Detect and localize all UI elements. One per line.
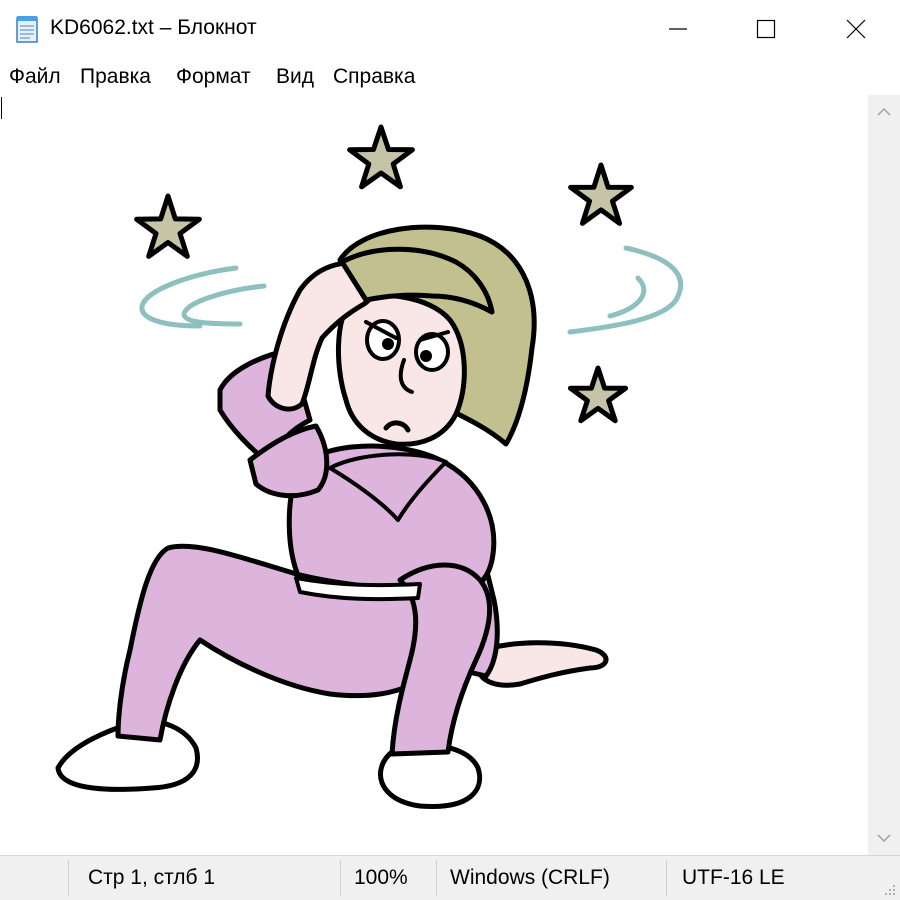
status-zoom: 100% <box>354 866 408 889</box>
close-button[interactable] <box>810 0 900 58</box>
chevron-up-icon <box>877 107 891 116</box>
star-icon <box>568 162 634 226</box>
text-editor-area[interactable] <box>0 95 868 855</box>
dizzy-woman-illustration <box>55 124 683 810</box>
star-icon <box>347 124 415 190</box>
status-cursor-position: Стр 1, стлб 1 <box>88 866 216 889</box>
menu-help[interactable]: Справка <box>333 65 415 89</box>
menu-edit[interactable]: Правка <box>80 65 151 89</box>
minimize-button[interactable] <box>632 0 724 58</box>
maximize-icon <box>756 19 776 39</box>
menu-view[interactable]: Вид <box>276 65 314 89</box>
maximize-button[interactable] <box>720 0 812 58</box>
vertical-scrollbar[interactable] <box>868 95 900 855</box>
text-caret <box>1 97 2 119</box>
star-icon <box>567 365 629 424</box>
status-divider <box>68 860 69 896</box>
menu-file[interactable]: Файл <box>9 65 61 89</box>
status-bar: Стр 1, стлб 1 100% Windows (CRLF) UTF-16… <box>0 855 900 900</box>
title-bar[interactable]: KD6062.txt – Блокнот <box>0 0 900 58</box>
status-divider <box>666 860 667 896</box>
menu-format[interactable]: Формат <box>176 65 251 89</box>
minimize-icon <box>669 28 687 30</box>
close-icon <box>846 19 866 39</box>
chevron-down-icon <box>877 834 891 843</box>
status-divider <box>340 860 341 896</box>
status-line-endings: Windows (CRLF) <box>450 866 610 889</box>
star-icon <box>134 193 202 259</box>
notepad-icon <box>14 14 42 44</box>
status-divider <box>436 860 437 896</box>
menu-bar: Файл Правка Формат Вид Справка <box>0 60 900 94</box>
status-encoding: UTF-16 LE <box>682 866 785 889</box>
scroll-up-button[interactable] <box>868 95 900 129</box>
resize-grip-icon[interactable] <box>882 882 896 896</box>
window-title: KD6062.txt – Блокнот <box>50 16 257 39</box>
scroll-down-button[interactable] <box>868 821 900 855</box>
